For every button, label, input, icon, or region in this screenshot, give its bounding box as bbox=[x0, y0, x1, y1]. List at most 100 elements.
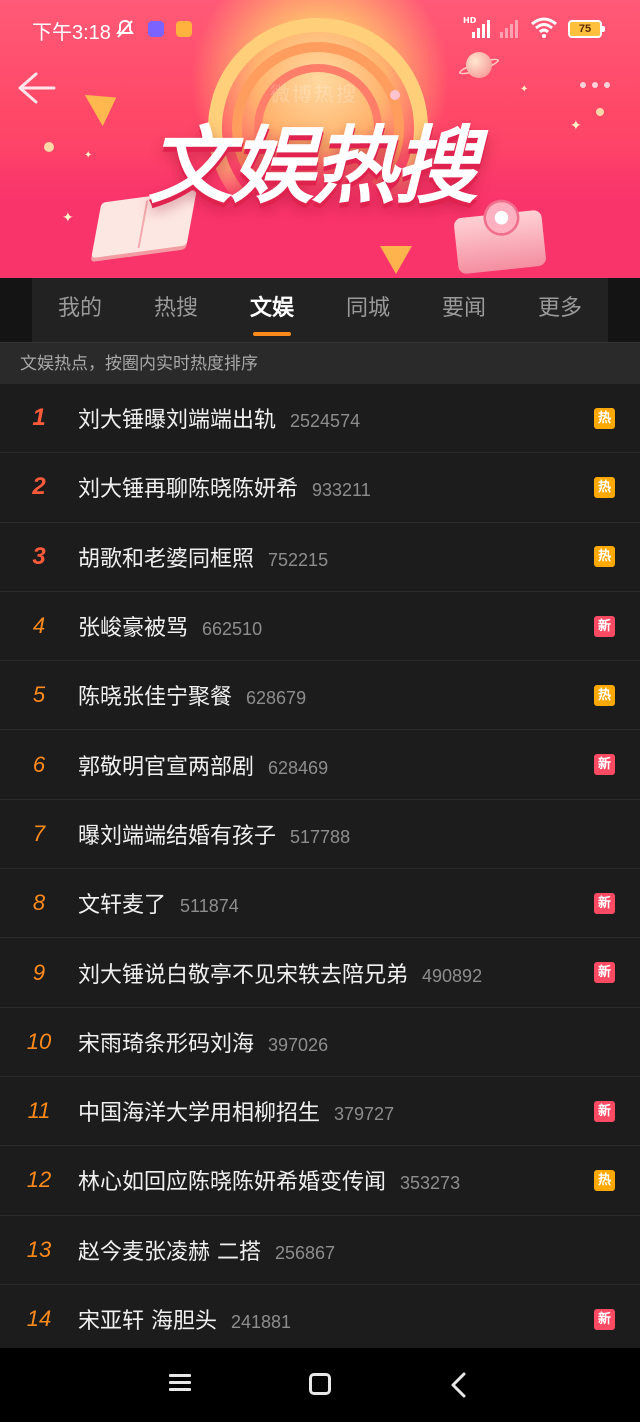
decor-dot bbox=[596, 108, 604, 116]
more-dots-icon[interactable] bbox=[580, 82, 620, 94]
item-heat-count: 241881 bbox=[231, 1312, 292, 1332]
status-time: 下午3:18 bbox=[32, 22, 111, 44]
list-item[interactable]: 4 张峻豪被骂 662510 新 bbox=[0, 591, 640, 662]
hot-badge: 热 bbox=[594, 684, 615, 706]
signal-icon bbox=[500, 18, 518, 38]
list-item[interactable]: 6 郭敬明官宣两部剧 628469 新 bbox=[0, 730, 640, 800]
item-heat-count: 933211 bbox=[312, 480, 371, 501]
menu-icon[interactable] bbox=[160, 1370, 200, 1400]
list-item[interactable]: 11 中国海洋大学用相柳招生 379727 新 bbox=[0, 1076, 640, 1147]
item-heat-count: 256867 bbox=[275, 1242, 336, 1263]
item-title-text: 刘大锤曝刘端端出轨 bbox=[78, 408, 277, 434]
item-title: 赵今麦张凌赫 二搭 256867 bbox=[78, 1234, 335, 1266]
banner-title: 文娱热搜 bbox=[148, 117, 478, 215]
tab-mine[interactable]: 我的 bbox=[48, 278, 112, 342]
item-title-text: 宋亚轩 海胆头 bbox=[78, 1309, 217, 1334]
item-title: 中国海洋大学用相柳招生 379727 bbox=[78, 1095, 394, 1127]
list-item[interactable]: 1 刘大锤曝刘端端出轨 2524574 热 bbox=[0, 384, 640, 454]
tab-news[interactable]: 要闻 bbox=[432, 278, 496, 342]
tab-hot-search[interactable]: 热搜 bbox=[144, 278, 208, 342]
rank-number: 9 bbox=[32, 959, 46, 985]
list-item[interactable]: 5 陈晓张佳宁聚餐 628679 热 bbox=[0, 661, 640, 731]
rank-number: 4 bbox=[32, 613, 46, 639]
item-title: 宋雨琦条形码刘海 397026 bbox=[78, 1026, 328, 1058]
item-title: 张峻豪被骂 662510 bbox=[78, 610, 262, 642]
item-heat-count: 397026 bbox=[268, 1034, 329, 1055]
new-badge: 新 bbox=[594, 962, 615, 984]
phone-screen: 微博热搜 ✦ ✦ ✦ ✦ 文娱热搜 下午3:18 HD 75 我的 热搜 文娱 … bbox=[0, 0, 640, 1422]
list-item[interactable]: 14 宋亚轩 海胆头 241881 新 bbox=[0, 1284, 640, 1355]
item-title: 刘大锤说白敬亭不见宋轶去陪兄弟 490892 bbox=[78, 957, 482, 989]
hot-search-list: 1 刘大锤曝刘端端出轨 2524574 热 2 刘大锤再聊陈晓陈妍希 933211 热 3 胡歌和… bbox=[0, 384, 640, 1355]
system-nav-bar bbox=[0, 1348, 640, 1422]
sparkle-icon: ✦ bbox=[570, 118, 582, 134]
app-notification-icon bbox=[176, 21, 192, 37]
item-title: 郭敬明官宣两部剧 628469 bbox=[78, 749, 328, 781]
item-title: 宋亚轩 海胆头 241881 bbox=[78, 1303, 291, 1335]
rank-number: 5 bbox=[32, 682, 46, 708]
item-title: 刘大锤曝刘端端出轨 2524574 bbox=[78, 402, 360, 434]
rank-number: 13 bbox=[26, 1236, 52, 1262]
new-badge: 新 bbox=[594, 754, 615, 776]
list-item[interactable]: 2 刘大锤再聊陈晓陈妍希 933211 热 bbox=[0, 453, 640, 523]
tab-entertainment[interactable]: 文娱 bbox=[240, 278, 304, 342]
new-badge: 新 bbox=[594, 892, 615, 914]
list-item[interactable]: 7 曝刘端端结婚有孩子 517788 bbox=[0, 799, 640, 870]
item-heat-count: 752215 bbox=[268, 549, 329, 570]
tab-local[interactable]: 同城 bbox=[336, 278, 400, 342]
item-heat-count: 511874 bbox=[180, 896, 239, 917]
list-item[interactable]: 12 林心如回应陈晓陈妍希婚变传闻 353273 热 bbox=[0, 1146, 640, 1216]
list-item[interactable]: 8 文轩麦了 511874 新 bbox=[0, 869, 640, 939]
item-heat-count: 662510 bbox=[202, 619, 263, 640]
item-heat-count: 628469 bbox=[268, 757, 329, 778]
item-title-text: 刘大锤再聊陈晓陈妍希 bbox=[78, 477, 299, 503]
item-title: 文轩麦了 511874 bbox=[78, 887, 239, 919]
item-title-text: 林心如回应陈晓陈妍希婚变传闻 bbox=[78, 1170, 387, 1196]
item-heat-count: 490892 bbox=[422, 965, 483, 986]
list-item[interactable]: 9 刘大锤说白敬亭不见宋轶去陪兄弟 490892 新 bbox=[0, 938, 640, 1008]
rank-number: 3 bbox=[32, 542, 46, 570]
item-title-text: 张峻豪被骂 bbox=[78, 616, 189, 642]
tab-bar: 我的 热搜 文娱 同城 要闻 更多 bbox=[0, 278, 640, 342]
hot-badge: 热 bbox=[594, 1169, 615, 1191]
item-title-text: 赵今麦张凌赫 二搭 bbox=[78, 1239, 261, 1265]
sparkle-icon: ✦ bbox=[84, 150, 93, 161]
item-heat-count: 2524574 bbox=[290, 411, 361, 432]
chevron-left-icon[interactable] bbox=[440, 1370, 480, 1400]
app-notification-icon bbox=[148, 21, 164, 37]
new-badge: 新 bbox=[594, 1100, 615, 1122]
tab-more[interactable]: 更多 bbox=[528, 278, 592, 342]
rank-number: 14 bbox=[26, 1306, 52, 1331]
item-title: 陈晓张佳宁聚餐 628679 bbox=[78, 679, 306, 711]
sparkle-icon: ✦ bbox=[520, 84, 529, 95]
rank-number: 12 bbox=[26, 1167, 52, 1193]
new-badge: 新 bbox=[594, 1308, 615, 1330]
signal-icon bbox=[472, 18, 490, 38]
decor-dot bbox=[44, 142, 54, 152]
item-title: 刘大锤再聊陈晓陈妍希 933211 bbox=[78, 471, 371, 503]
item-title: 胡歌和老婆同框照 752215 bbox=[78, 541, 328, 573]
camera-icon bbox=[453, 197, 547, 275]
rank-number: 1 bbox=[32, 404, 46, 432]
item-title-text: 文轩麦了 bbox=[78, 893, 167, 919]
item-title-text: 刘大锤说白敬亭不见宋轶去陪兄弟 bbox=[78, 962, 409, 988]
header-banner: 微博热搜 ✦ ✦ ✦ ✦ 文娱热搜 下午3:18 HD 75 bbox=[0, 0, 640, 278]
item-heat-count: 353273 bbox=[400, 1173, 461, 1194]
back-arrow-icon[interactable] bbox=[14, 70, 58, 106]
item-title-text: 中国海洋大学用相柳招生 bbox=[78, 1101, 321, 1127]
item-title-text: 郭敬明官宣两部剧 bbox=[78, 754, 255, 780]
list-item[interactable]: 13 赵今麦张凌赫 二搭 256867 bbox=[0, 1215, 640, 1285]
new-badge: 新 bbox=[594, 615, 615, 637]
item-heat-count: 379727 bbox=[334, 1104, 395, 1125]
rank-number: 7 bbox=[32, 820, 46, 846]
list-item[interactable]: 10 宋雨琦条形码刘海 397026 bbox=[0, 1007, 640, 1077]
item-title-text: 曝刘端端结婚有孩子 bbox=[78, 823, 277, 849]
rank-number: 11 bbox=[27, 1098, 51, 1124]
item-heat-count: 517788 bbox=[290, 826, 351, 847]
list-subtitle: 文娱热点，按圈内实时热度排序 bbox=[0, 342, 640, 384]
cone-decor bbox=[380, 246, 412, 274]
list-item[interactable]: 3 胡歌和老婆同框照 752215 热 bbox=[0, 522, 640, 592]
item-heat-count: 628679 bbox=[246, 688, 307, 709]
home-square-icon[interactable] bbox=[300, 1370, 340, 1400]
item-title-text: 胡歌和老婆同框照 bbox=[78, 546, 255, 572]
